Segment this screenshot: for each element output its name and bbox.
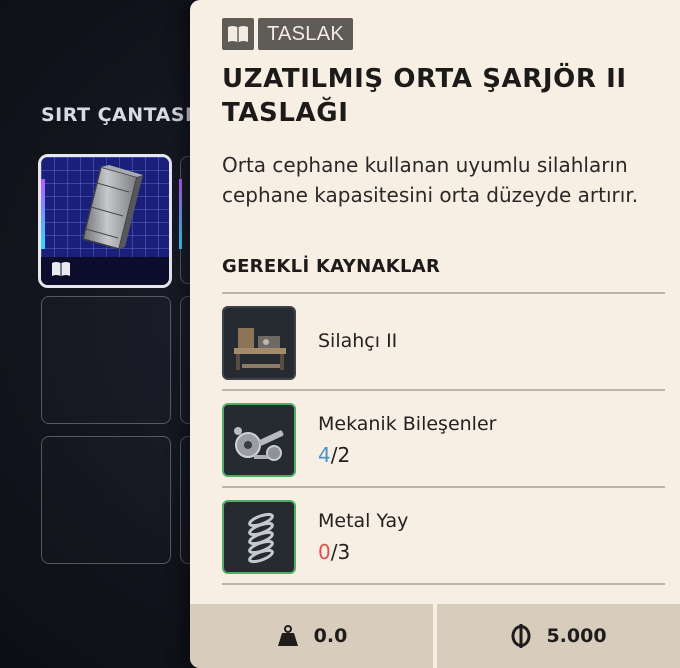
- mechanical-parts-icon: [222, 403, 296, 477]
- book-icon: [222, 18, 254, 50]
- rarity-indicator: [41, 179, 45, 249]
- weight-stat: 0.0: [190, 604, 433, 668]
- coin-icon: [511, 624, 531, 648]
- requirement-name: Mekanik Bileşenler: [318, 413, 497, 435]
- magazine-item-icon: [82, 165, 143, 250]
- requirement-count: 4/2: [318, 443, 350, 467]
- count-owned: 4: [318, 443, 331, 467]
- weight-value: 0.0: [313, 625, 348, 647]
- requirements-list: Silahçı II Mekanik Bileşenler 4/2 Metal …: [222, 292, 665, 585]
- list-divider: [222, 583, 665, 585]
- requirement-row[interactable]: Silahçı II: [222, 292, 665, 389]
- workbench-icon: [222, 306, 296, 380]
- count-required: 2: [337, 443, 351, 467]
- requirement-row[interactable]: Mekanik Bileşenler 4/2: [222, 389, 665, 486]
- item-stats-footer: 0.0 5.000: [190, 604, 680, 668]
- backpack-slot[interactable]: [41, 436, 171, 564]
- requirement-name: Metal Yay: [318, 510, 409, 532]
- count-owned: 0: [318, 540, 331, 564]
- item-title: UZATILMIŞ ORTA ŞARJÖR II TASLAĞI: [222, 64, 627, 128]
- backpack-slot-selected[interactable]: [38, 154, 172, 288]
- weight-icon: [277, 625, 298, 646]
- item-description: Orta cephane kullanan uyumlu silahların …: [222, 153, 639, 207]
- item-type-tag: TASLAK: [222, 18, 354, 50]
- price-stat: 5.000: [437, 604, 680, 668]
- requirement-count: 0/3: [318, 540, 350, 564]
- metal-spring-icon: [222, 500, 296, 574]
- backpack-slot[interactable]: [41, 296, 171, 424]
- rarity-indicator: [179, 179, 182, 249]
- backpack-title: SIRT ÇANTASI: [41, 104, 193, 126]
- blueprint-book-icon: [52, 262, 70, 276]
- count-required: 3: [337, 540, 351, 564]
- requirements-heading: GEREKLİ KAYNAKLAR: [222, 256, 441, 277]
- price-value: 5.000: [546, 625, 607, 647]
- requirement-row[interactable]: Metal Yay 0/3: [222, 486, 665, 583]
- item-type-label: TASLAK: [258, 18, 354, 50]
- requirement-name: Silahçı II: [318, 330, 398, 352]
- item-tooltip-panel: TASLAK UZATILMIŞ ORTA ŞARJÖR II TASLAĞI …: [190, 0, 680, 668]
